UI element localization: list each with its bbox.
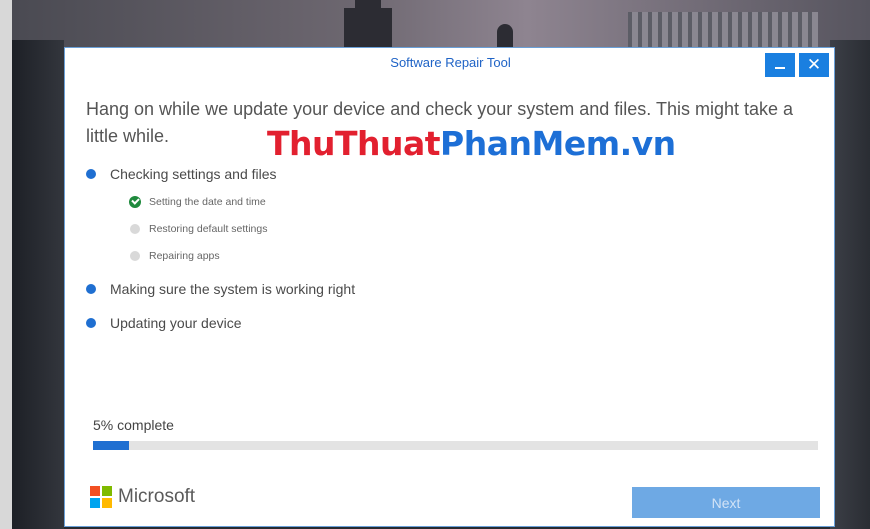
logo-square-green <box>102 486 112 496</box>
logo-square-blue <box>90 498 100 508</box>
progress-bar <box>93 441 818 450</box>
next-button[interactable]: Next <box>632 487 820 518</box>
window-title: Software Repair Tool <box>390 55 511 70</box>
desktop-edge <box>0 0 12 529</box>
minimize-button[interactable] <box>765 53 795 77</box>
step-bullet-icon <box>86 169 96 179</box>
wallpaper-arch-left <box>12 40 64 529</box>
watermark-part-1: ThuThuat <box>267 124 441 163</box>
close-icon: ✕ <box>806 55 822 74</box>
step-bullet-icon <box>86 284 96 294</box>
substep-label: Repairing apps <box>149 250 220 262</box>
watermark-part-2: PhanMem.vn <box>440 124 676 163</box>
wallpaper-arch-right <box>830 40 870 529</box>
check-circle-icon <box>129 196 141 208</box>
progress-label: 5% complete <box>93 417 174 433</box>
pending-dot-icon <box>130 224 140 234</box>
step-item: Checking settings and files <box>86 164 277 184</box>
close-button[interactable]: ✕ <box>799 53 829 77</box>
step-bullet-icon <box>86 318 96 328</box>
watermark-logo: ThuThuatPhanMem.vn <box>267 124 676 164</box>
substep-label: Restoring default settings <box>149 223 268 235</box>
logo-square-red <box>90 486 100 496</box>
brand-name: Microsoft <box>118 486 196 507</box>
substep-item: Restoring default settings <box>129 221 267 237</box>
substep-label: Setting the date and time <box>149 196 266 208</box>
repair-tool-dialog: Software Repair Tool ✕ Hang on while we … <box>64 47 835 527</box>
logo-square-yellow <box>102 498 112 508</box>
wallpaper-tower <box>344 8 392 48</box>
step-item: Updating your device <box>86 313 242 333</box>
step-label: Making sure the system is working right <box>110 281 356 297</box>
wallpaper-spire <box>497 24 513 48</box>
pending-dot-icon <box>130 251 140 261</box>
progress-fill <box>93 441 130 450</box>
microsoft-grid-icon <box>90 486 112 508</box>
step-label: Updating your device <box>110 315 242 331</box>
step-label: Checking settings and files <box>110 166 277 182</box>
wallpaper-balustrade <box>628 12 818 48</box>
microsoft-logo: Microsoft <box>90 486 195 508</box>
step-item: Making sure the system is working right <box>86 279 355 299</box>
minimize-icon <box>775 67 785 69</box>
substep-item: Repairing apps <box>129 248 220 264</box>
substep-item: Setting the date and time <box>129 194 266 210</box>
